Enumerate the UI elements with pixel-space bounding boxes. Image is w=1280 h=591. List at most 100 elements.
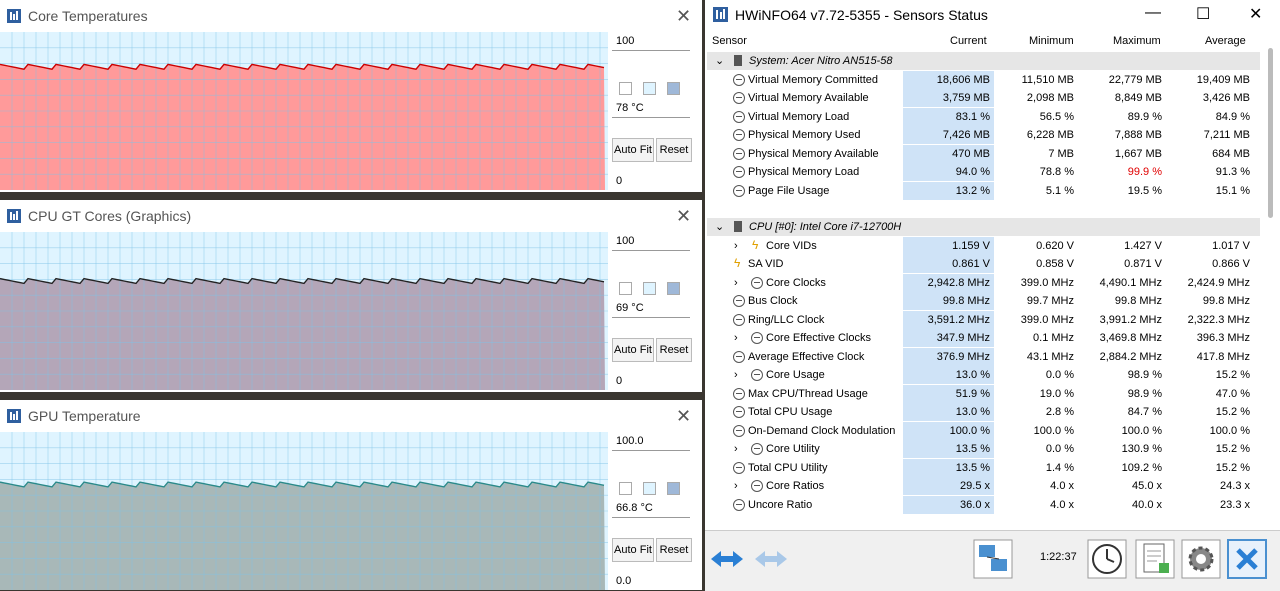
collapse-chevron-icon[interactable]: ⌄ <box>715 52 724 70</box>
network-icon[interactable] <box>973 539 1013 579</box>
column-maximum[interactable]: Maximum <box>1113 35 1161 47</box>
current-value: 470 MB <box>903 144 994 163</box>
sensor-label: Core Usage <box>766 369 825 381</box>
maximum-value: 84.7 % <box>1127 406 1162 418</box>
color-swatch-white[interactable] <box>619 82 632 95</box>
sensor-row[interactable]: ϟ SA VID 0.861 V 0.858 V 0.871 V 0.866 V <box>707 255 1260 273</box>
average-value: 15.2 % <box>1215 461 1250 474</box>
divider <box>612 450 690 451</box>
hwinfo-sensors-window: HWiNFO64 v7.72-5355 - Sensors Status — ☐… <box>705 0 1280 591</box>
color-swatch-blue[interactable] <box>667 282 680 295</box>
current-value: 13.2 % <box>903 181 994 200</box>
sensor-gauge-icon <box>751 276 763 289</box>
auto-fit-button[interactable]: Auto Fit <box>612 138 654 162</box>
column-sensor[interactable]: Sensor <box>712 35 747 47</box>
color-swatch-white[interactable] <box>619 282 632 295</box>
sensor-row[interactable]: Ring/LLC Clock 3,591.2 MHz 399.0 MHz 3,991.… <box>707 310 1260 329</box>
current-value: 51.9 % <box>903 384 994 403</box>
log-file-icon[interactable] <box>1135 539 1175 579</box>
sensor-row[interactable]: › Core Ratios 29.5 x 4.0 x 45.0 x 24.3 x <box>707 477 1260 495</box>
sensor-row[interactable]: › Core Clocks 2,942.8 MHz 399.0 MHz 4,490.1 … <box>707 273 1260 292</box>
arrows-both-disabled-icon[interactable] <box>751 539 791 579</box>
close-sensors-icon[interactable] <box>1227 539 1267 579</box>
column-current[interactable]: Current <box>950 35 987 47</box>
expand-chevron-icon[interactable]: › <box>734 440 738 458</box>
sensor-label: Total CPU Utility <box>748 461 828 474</box>
graph-side-panel: 100 69 °C Auto Fit Reset 0 <box>612 232 702 390</box>
sensor-row[interactable]: Physical Memory Used 7,426 MB 6,228 MB 7,88… <box>707 126 1260 144</box>
expand-chevron-icon[interactable]: › <box>734 274 738 292</box>
close-icon[interactable]: ✕ <box>676 406 691 427</box>
maximize-icon[interactable]: ☐ <box>1196 4 1210 24</box>
sensor-row[interactable]: Max CPU/Thread Usage 51.9 % 19.0 % 98.9 % 47… <box>707 384 1260 403</box>
sensor-row[interactable]: Bus Clock 99.8 MHz 99.7 MHz 99.8 MHz 99.8 MH… <box>707 292 1260 310</box>
sensor-row[interactable]: Uncore Ratio 36.0 x 4.0 x 40.0 x 23.3 x <box>707 495 1260 514</box>
title-bar: Core Temperatures ✕ <box>0 0 702 32</box>
sensor-row[interactable]: › ϟ Core VIDs 1.159 V 0.620 V 1.427 V 1.017 V <box>707 236 1260 255</box>
color-swatch-white[interactable] <box>619 482 632 495</box>
minimize-icon[interactable]: — <box>1145 4 1161 22</box>
title-bar: HWiNFO64 v7.72-5355 - Sensors Status — ☐… <box>705 0 1280 30</box>
sensor-row[interactable]: Page File Usage 13.2 % 5.1 % 19.5 % 15.1 % <box>707 181 1260 200</box>
graph-window-gpu-temperature: GPU Temperature ✕ 100.0 66.8 °C Auto Fit… <box>0 400 702 590</box>
uptime-timer: 1:22:37 <box>1040 551 1077 563</box>
sensor-row[interactable]: Total CPU Usage 13.0 % 2.8 % 84.7 % 15.2 % <box>707 403 1260 421</box>
close-icon[interactable]: ✕ <box>1249 4 1262 24</box>
minimum-value: 11,510 MB <box>1021 73 1074 86</box>
reset-button[interactable]: Reset <box>656 338 692 362</box>
graph-window-core-temperatures: Core Temperatures ✕ 100 78 °C Auto Fit R… <box>0 0 702 192</box>
arrows-both-icon[interactable] <box>707 539 747 579</box>
reset-button[interactable]: Reset <box>656 538 692 562</box>
color-swatch-light-blue[interactable] <box>643 82 656 95</box>
expand-chevron-icon[interactable]: › <box>734 366 738 384</box>
scrollbar[interactable] <box>1266 48 1275 528</box>
reset-button[interactable]: Reset <box>656 138 692 162</box>
expand-chevron-icon[interactable]: › <box>734 237 738 255</box>
sensor-row[interactable]: Virtual Memory Committed 18,606 MB 11,510 … <box>707 70 1260 89</box>
sensor-gauge-icon <box>733 129 745 141</box>
sensor-row[interactable]: › Core Usage 13.0 % 0.0 % 98.9 % 15.2 % <box>707 366 1260 384</box>
column-minimum[interactable]: Minimum <box>1029 35 1074 47</box>
color-swatch-light-blue[interactable] <box>643 482 656 495</box>
minimum-value: 43.1 MHz <box>1026 350 1074 363</box>
divider <box>612 517 690 518</box>
voltage-bolt-icon: ϟ <box>734 256 741 270</box>
color-swatch-light-blue[interactable] <box>643 282 656 295</box>
current-value: 1.159 V <box>903 236 994 255</box>
column-average[interactable]: Average <box>1205 35 1246 47</box>
minimum-value: 2.8 % <box>1045 406 1074 418</box>
clock-icon[interactable] <box>1087 539 1127 579</box>
average-value: 15.2 % <box>1215 369 1250 381</box>
collapse-chevron-icon[interactable]: ⌄ <box>715 218 724 236</box>
settings-gear-icon[interactable] <box>1181 539 1221 579</box>
sensor-row[interactable]: Virtual Memory Load 83.1 % 56.5 % 89.9 % 84.… <box>707 107 1260 126</box>
minimum-value: 56.5 % <box>1039 110 1074 123</box>
expand-chevron-icon[interactable]: › <box>734 477 738 495</box>
hwinfo-graph-icon <box>7 409 21 423</box>
auto-fit-button[interactable]: Auto Fit <box>612 538 654 562</box>
window-title: GPU Temperature <box>28 408 141 424</box>
minimum-value: 0.0 % <box>1045 369 1074 381</box>
scrollbar-thumb[interactable] <box>1268 48 1273 218</box>
close-icon[interactable]: ✕ <box>676 6 691 27</box>
color-swatch-blue[interactable] <box>667 82 680 95</box>
color-swatch-blue[interactable] <box>667 482 680 495</box>
graph-window-cpu-gt-cores: CPU GT Cores (Graphics) ✕ 100 69 °C Auto… <box>0 200 702 392</box>
sensor-row[interactable]: Total CPU Utility 13.5 % 1.4 % 109.2 % 15.2 … <box>707 458 1260 477</box>
expand-chevron-icon[interactable]: › <box>734 329 738 347</box>
auto-fit-button[interactable]: Auto Fit <box>612 338 654 362</box>
sensor-group-row[interactable]: ⌄ System: Acer Nitro AN515-58 <box>707 52 1260 70</box>
sensor-row[interactable]: Physical Memory Available 470 MB 7 MB 1,667… <box>707 144 1260 163</box>
current-value: 3,759 MB <box>903 89 994 107</box>
sensor-row[interactable]: › Core Effective Clocks 347.9 MHz 0.1 MHz 3,… <box>707 329 1260 347</box>
sensor-label: On-Demand Clock Modulation <box>748 424 896 437</box>
sensor-row[interactable]: › Core Utility 13.5 % 0.0 % 130.9 % 15.2 % <box>707 440 1260 458</box>
sensor-row[interactable]: Physical Memory Load 94.0 % 78.8 % 99.9 % 91… <box>707 163 1260 181</box>
sensor-group-row[interactable]: ⌄ CPU [#0]: Intel Core i7-12700H <box>707 218 1260 236</box>
sensor-row[interactable]: On-Demand Clock Modulation 100.0 % 100.0 %… <box>707 421 1260 440</box>
window-title: Core Temperatures <box>28 8 148 24</box>
close-icon[interactable]: ✕ <box>676 206 691 227</box>
sensor-row[interactable]: Average Effective Clock 376.9 MHz 43.1 MHz… <box>707 347 1260 366</box>
sensor-row[interactable]: Virtual Memory Available 3,759 MB 2,098 MB… <box>707 89 1260 107</box>
sensor-label: Virtual Memory Committed <box>748 73 878 86</box>
